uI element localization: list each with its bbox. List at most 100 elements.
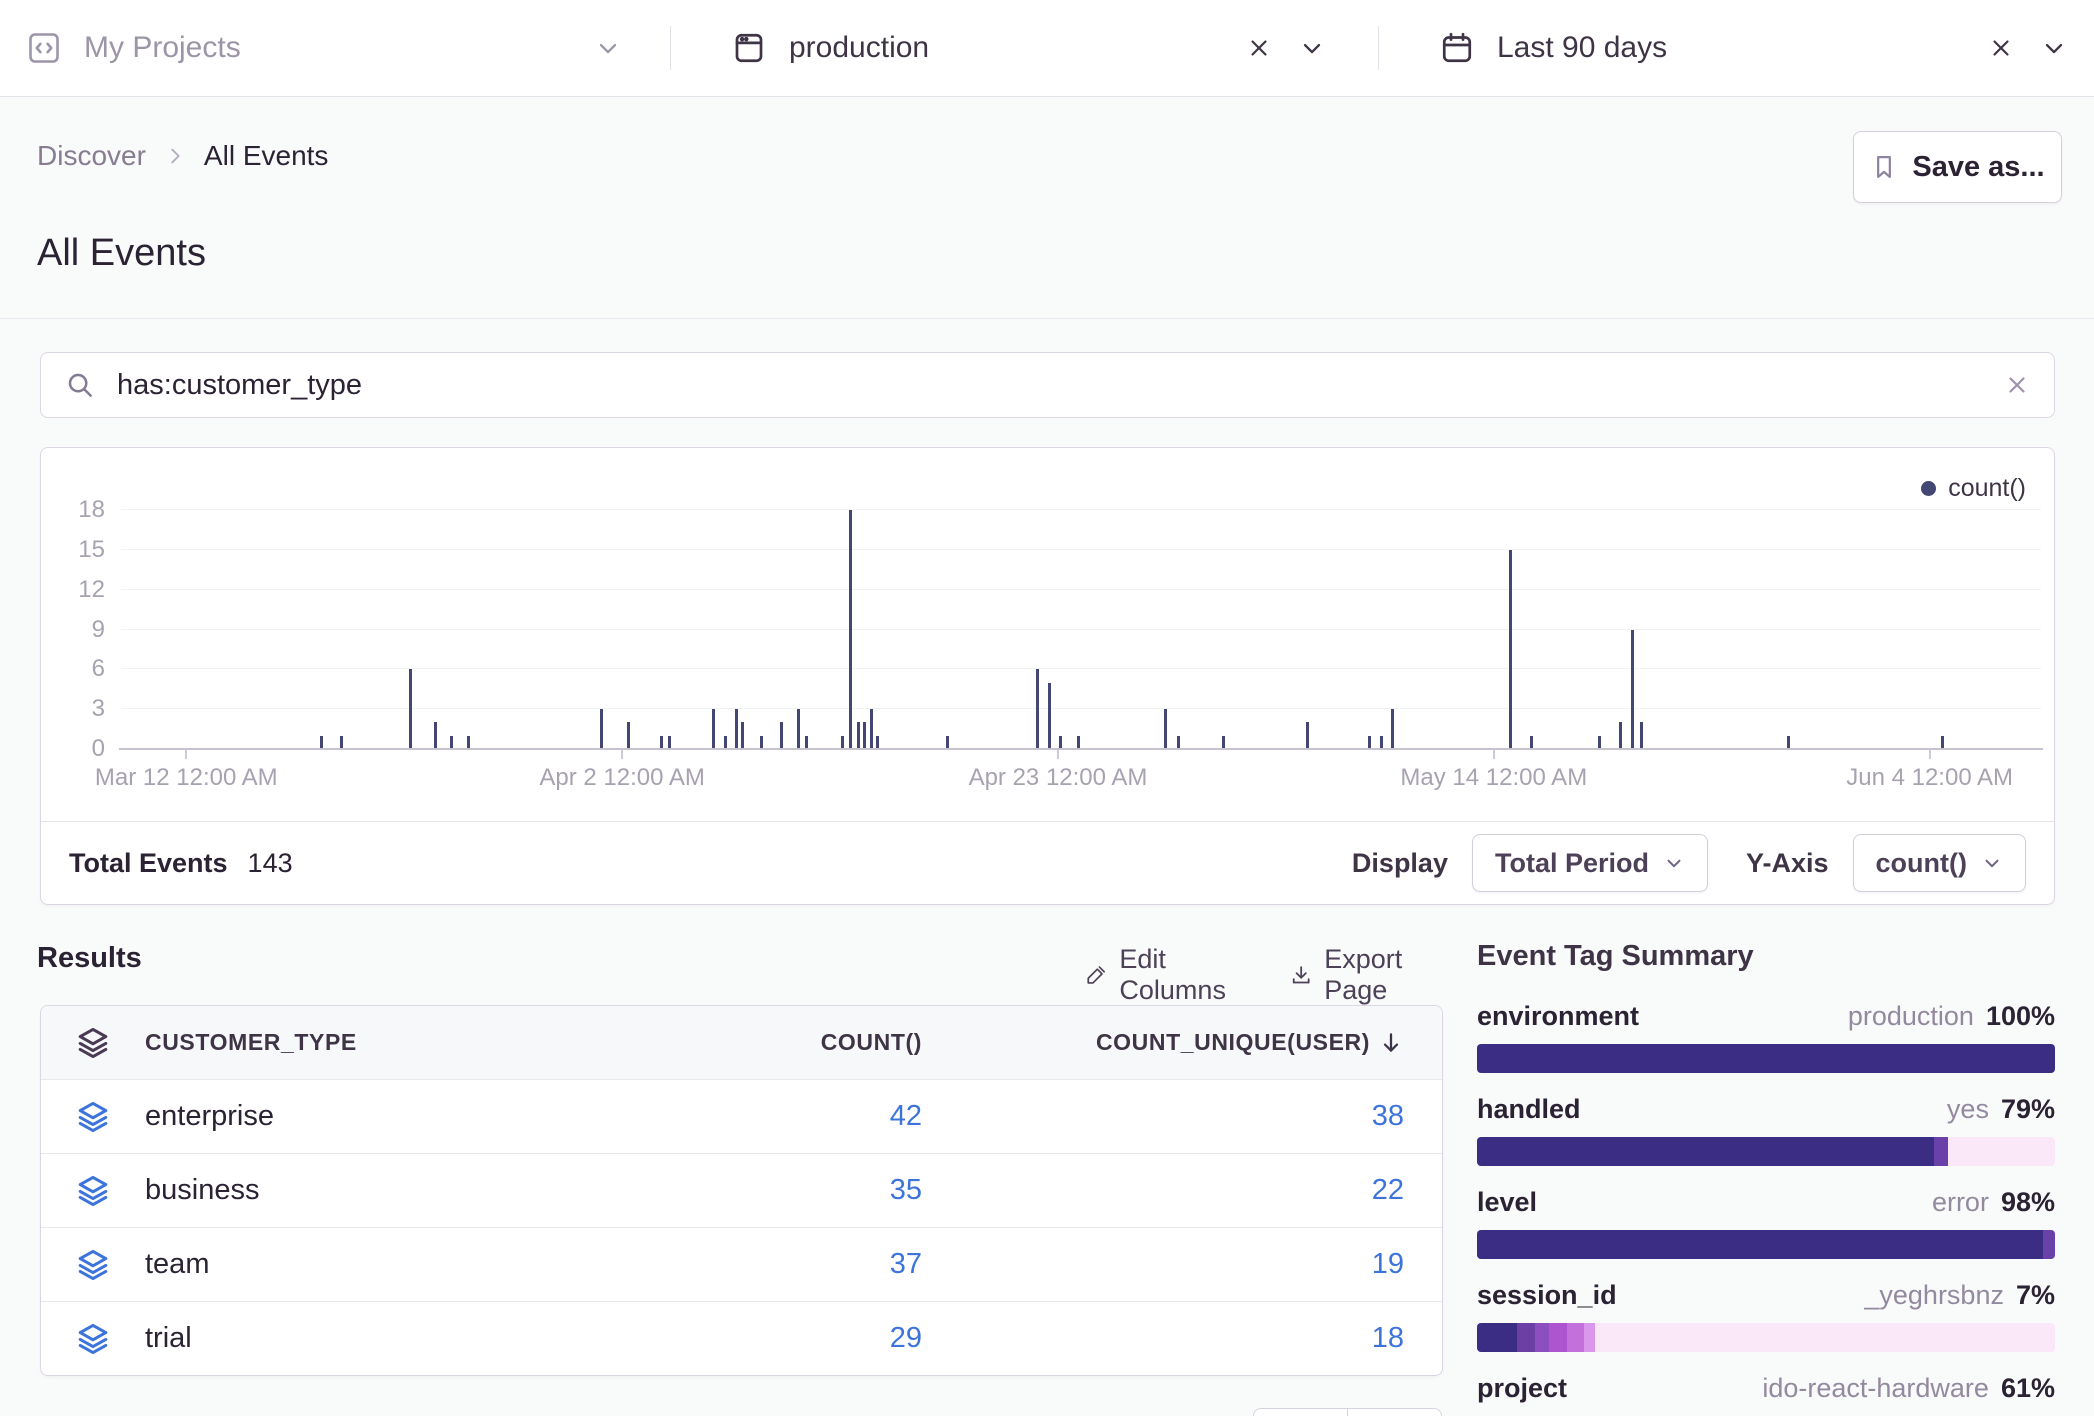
chart-bar[interactable]: [1941, 736, 1944, 749]
chart-bar[interactable]: [1059, 736, 1062, 749]
chart-bar[interactable]: [760, 736, 763, 749]
date-range-chevron-down-icon[interactable]: [2040, 34, 2068, 62]
environment-chevron-down-icon[interactable]: [1298, 34, 1326, 62]
column-header-count-unique-label: COUNT_UNIQUE(USER): [1096, 1029, 1370, 1056]
tag-bar-segment[interactable]: [1477, 1230, 2043, 1259]
chart-bar[interactable]: [340, 736, 343, 749]
chart-bar[interactable]: [735, 709, 738, 749]
chart-bar[interactable]: [1177, 736, 1180, 749]
cell-count-unique-link[interactable]: 22: [1372, 1174, 1404, 1207]
chart-bar[interactable]: [600, 709, 603, 749]
tag-bar-segment[interactable]: [1584, 1323, 1596, 1352]
environment-selector[interactable]: production: [671, 0, 1378, 96]
breadcrumb-discover-link[interactable]: Discover: [37, 140, 146, 172]
cell-count-unique-link[interactable]: 19: [1372, 1248, 1404, 1281]
chart-bar[interactable]: [1391, 709, 1394, 749]
projects-icon: [26, 30, 62, 66]
chart-bar[interactable]: [1631, 630, 1634, 750]
chart-bar[interactable]: [627, 722, 630, 749]
y-axis-dropdown[interactable]: count(): [1853, 834, 2026, 892]
tag-distribution-bar[interactable]: [1477, 1230, 2055, 1259]
chart-bar[interactable]: [797, 709, 800, 749]
tag-distribution-bar[interactable]: [1477, 1323, 2055, 1352]
chart-bar[interactable]: [1048, 683, 1051, 749]
environment-clear-icon[interactable]: [1246, 35, 1272, 61]
project-chevron-down-icon[interactable]: [594, 34, 622, 62]
tag-bar-segment[interactable]: [1535, 1323, 1549, 1352]
chart-bar[interactable]: [805, 736, 808, 749]
chart-bar[interactable]: [1368, 736, 1371, 749]
tag-bar-segment[interactable]: [1567, 1323, 1584, 1352]
display-dropdown[interactable]: Total Period: [1472, 834, 1708, 892]
column-header-customer-type[interactable]: CUSTOMER_TYPE: [145, 1029, 622, 1056]
chart-bar[interactable]: [1036, 669, 1039, 749]
chart-bar[interactable]: [320, 736, 323, 749]
tag-bar-segment[interactable]: [1549, 1323, 1566, 1352]
tag-bar-segment[interactable]: [1477, 1323, 1517, 1352]
chart-bar[interactable]: [1598, 736, 1601, 749]
chart-bar[interactable]: [450, 736, 453, 749]
edit-columns-button[interactable]: Edit Columns: [1085, 944, 1248, 1006]
events-chart-plot[interactable]: [121, 510, 2041, 749]
y-axis-dropdown-value: count(): [1876, 848, 1967, 879]
tag-distribution-bar[interactable]: [1477, 1044, 2055, 1073]
tag-bar-segment[interactable]: [2043, 1230, 2055, 1259]
cell-count-link[interactable]: 29: [890, 1322, 922, 1354]
column-header-count[interactable]: COUNT(): [622, 1029, 922, 1056]
chart-bar[interactable]: [841, 736, 844, 749]
stack-icon[interactable]: [41, 1249, 145, 1281]
chart-bar[interactable]: [668, 736, 671, 749]
cell-count-unique-link[interactable]: 18: [1372, 1322, 1404, 1355]
stack-icon[interactable]: [41, 1175, 145, 1207]
cell-count-link[interactable]: 37: [890, 1248, 922, 1280]
tag-distribution-bar[interactable]: [1477, 1137, 2055, 1166]
chart-bar[interactable]: [467, 736, 470, 749]
tag-bar-segment[interactable]: [1934, 1137, 1948, 1166]
search-clear-icon[interactable]: [2004, 372, 2030, 398]
tag-bar-segment[interactable]: [1517, 1323, 1534, 1352]
pagination-previous-button[interactable]: [1253, 1408, 1348, 1416]
stack-icon[interactable]: [41, 1101, 145, 1133]
export-page-button[interactable]: Export Page: [1290, 944, 1443, 1006]
chart-bar[interactable]: [434, 722, 437, 749]
pagination-next-button[interactable]: [1347, 1408, 1442, 1416]
cell-count-link[interactable]: 42: [890, 1100, 922, 1132]
cell-count-unique-link[interactable]: 38: [1372, 1100, 1404, 1133]
results-table-body: enterprise4238business3522team3719trial2…: [41, 1079, 1442, 1375]
search-input[interactable]: [115, 368, 2004, 403]
chart-bar[interactable]: [863, 722, 866, 749]
chart-bar[interactable]: [1509, 550, 1512, 749]
display-dropdown-value: Total Period: [1495, 848, 1649, 879]
chart-bar[interactable]: [870, 709, 873, 749]
chart-bar[interactable]: [1640, 722, 1643, 749]
chart-bar[interactable]: [1530, 736, 1533, 749]
stack-icon: [41, 1027, 145, 1059]
chart-legend-count[interactable]: count(): [1921, 474, 2026, 503]
chart-bar[interactable]: [741, 722, 744, 749]
date-range-clear-icon[interactable]: [1988, 35, 2014, 61]
chart-bar[interactable]: [876, 736, 879, 749]
chart-bar[interactable]: [1306, 722, 1309, 749]
project-selector[interactable]: My Projects: [0, 0, 670, 96]
chart-bar[interactable]: [1222, 736, 1225, 749]
chart-bar[interactable]: [780, 722, 783, 749]
save-as-button[interactable]: Save as...: [1853, 131, 2062, 203]
chart-bar[interactable]: [409, 669, 412, 749]
chart-bar[interactable]: [1619, 722, 1622, 749]
chart-bar[interactable]: [946, 736, 949, 749]
chart-bar[interactable]: [1164, 709, 1167, 749]
chart-bar[interactable]: [1380, 736, 1383, 749]
chart-bar[interactable]: [849, 510, 852, 749]
chart-bar[interactable]: [724, 736, 727, 749]
chart-bar[interactable]: [712, 709, 715, 749]
tag-bar-segment[interactable]: [1477, 1044, 2055, 1073]
tag-bar-segment[interactable]: [1477, 1137, 1934, 1166]
chart-bar[interactable]: [1787, 736, 1790, 749]
cell-count-link[interactable]: 35: [890, 1174, 922, 1206]
chart-bar[interactable]: [660, 736, 663, 749]
chart-bar[interactable]: [857, 722, 860, 749]
column-header-count-unique[interactable]: COUNT_UNIQUE(USER): [922, 1029, 1442, 1056]
date-range-selector[interactable]: Last 90 days: [1379, 0, 2094, 96]
chart-bar[interactable]: [1077, 736, 1080, 749]
stack-icon[interactable]: [41, 1323, 145, 1355]
